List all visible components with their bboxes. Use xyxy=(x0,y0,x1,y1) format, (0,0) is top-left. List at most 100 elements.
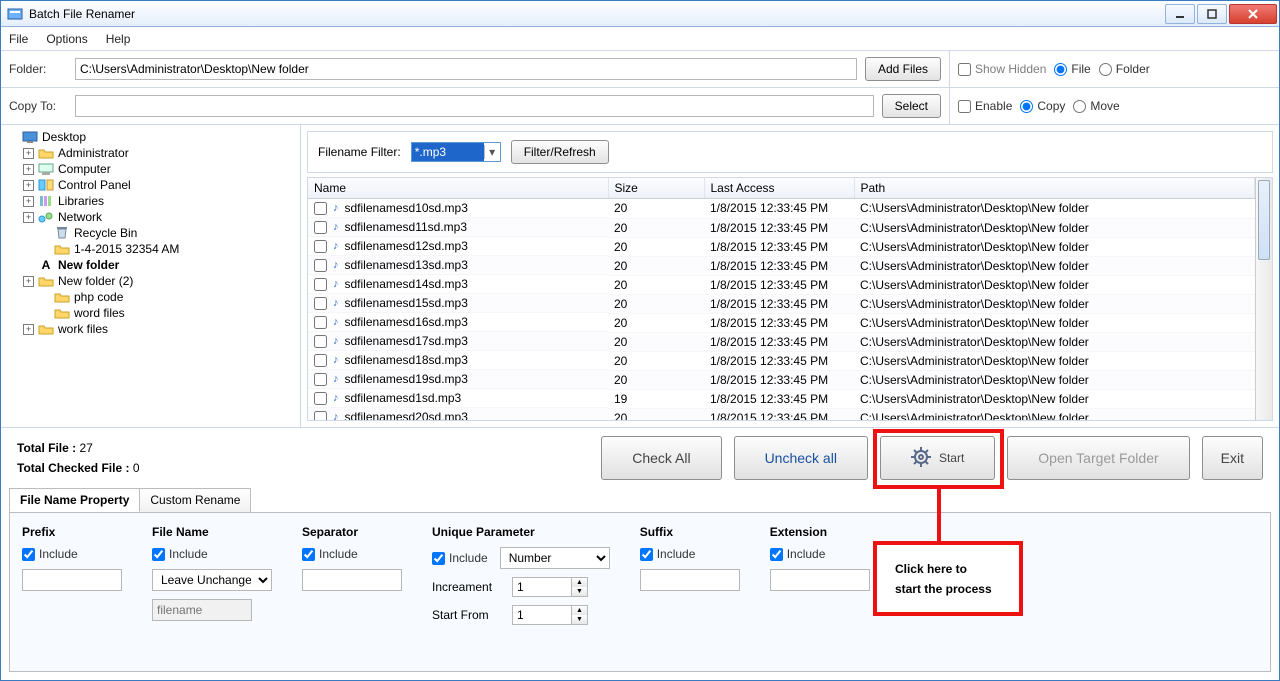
vertical-scrollbar[interactable] xyxy=(1255,178,1272,420)
chevron-up-icon[interactable]: ▲ xyxy=(572,578,587,587)
separator-input[interactable] xyxy=(302,569,402,591)
tree-item[interactable]: +Computer xyxy=(7,161,294,177)
table-row[interactable]: ♪sdfilenamesd19sd.mp3201/8/2015 12:33:45… xyxy=(308,370,1255,389)
tree-toggle[interactable]: + xyxy=(23,180,34,191)
table-row[interactable]: ♪sdfilenamesd12sd.mp3201/8/2015 12:33:45… xyxy=(308,237,1255,256)
increment-stepper[interactable]: ▲▼ xyxy=(512,577,588,597)
extension-include-checkbox[interactable]: Include xyxy=(770,547,870,561)
col-size[interactable]: Size xyxy=(608,178,704,199)
table-row[interactable]: ♪sdfilenamesd17sd.mp3201/8/2015 12:33:45… xyxy=(308,332,1255,351)
filter-combo[interactable]: *.mp3 ▾ xyxy=(411,142,501,162)
row-checkbox[interactable] xyxy=(314,316,327,329)
row-checkbox[interactable] xyxy=(314,392,327,405)
suffix-input[interactable] xyxy=(640,569,740,591)
tree-toggle[interactable]: + xyxy=(23,148,34,159)
chevron-up-icon[interactable]: ▲ xyxy=(572,606,587,615)
check-all-button[interactable]: Check All xyxy=(601,436,721,480)
tree-item[interactable]: +Control Panel xyxy=(7,177,294,193)
filename-mode-select[interactable]: Leave Unchange xyxy=(152,569,272,591)
row-checkbox[interactable] xyxy=(314,297,327,310)
tree-item[interactable]: Desktop xyxy=(7,129,294,145)
unique-type-select[interactable]: Number xyxy=(500,547,610,569)
close-button[interactable] xyxy=(1229,4,1277,24)
file-path: C:\Users\Administrator\Desktop\New folde… xyxy=(854,294,1255,313)
prefix-include-checkbox[interactable]: Include xyxy=(22,547,122,561)
row-checkbox[interactable] xyxy=(314,373,327,386)
enable-checkbox[interactable]: Enable xyxy=(958,99,1012,113)
tree-item[interactable]: php code xyxy=(7,289,294,305)
tree-toggle[interactable]: + xyxy=(23,324,34,335)
separator-include-checkbox[interactable]: Include xyxy=(302,547,402,561)
tree-item[interactable]: 1-4-2015 32354 AM xyxy=(7,241,294,257)
filter-refresh-button[interactable]: Filter/Refresh xyxy=(511,140,609,164)
table-row[interactable]: ♪sdfilenamesd11sd.mp3201/8/2015 12:33:45… xyxy=(308,218,1255,237)
menu-help[interactable]: Help xyxy=(106,32,131,46)
tree-item[interactable]: +Administrator xyxy=(7,145,294,161)
tree-item[interactable]: word files xyxy=(7,305,294,321)
row-checkbox[interactable] xyxy=(314,259,327,272)
menu-file[interactable]: File xyxy=(9,32,28,46)
folder-path-input[interactable] xyxy=(75,58,857,80)
table-row[interactable]: ♪sdfilenamesd10sd.mp3201/8/2015 12:33:45… xyxy=(308,199,1255,219)
maximize-button[interactable] xyxy=(1197,4,1227,24)
col-path[interactable]: Path xyxy=(854,178,1255,199)
table-row[interactable]: ♪sdfilenamesd20sd.mp3201/8/2015 12:33:45… xyxy=(308,408,1255,420)
copy-radio[interactable]: Copy xyxy=(1020,99,1065,113)
filename-placeholder-input[interactable] xyxy=(152,599,252,621)
show-hidden-checkbox[interactable]: Show Hidden xyxy=(958,62,1046,76)
table-row[interactable]: ♪sdfilenamesd13sd.mp3201/8/2015 12:33:45… xyxy=(308,256,1255,275)
folder-tree[interactable]: Desktop+Administrator+Computer+Control P… xyxy=(1,125,301,427)
filename-include-checkbox[interactable]: Include xyxy=(152,547,272,561)
prefix-input[interactable] xyxy=(22,569,122,591)
table-row[interactable]: ♪sdfilenamesd18sd.mp3201/8/2015 12:33:45… xyxy=(308,351,1255,370)
row-checkbox[interactable] xyxy=(314,240,327,253)
file-last-access: 1/8/2015 12:33:45 PM xyxy=(704,408,854,420)
table-row[interactable]: ♪sdfilenamesd14sd.mp3201/8/2015 12:33:45… xyxy=(308,275,1255,294)
row-checkbox[interactable] xyxy=(314,335,327,348)
table-row[interactable]: ♪sdfilenamesd1sd.mp3191/8/2015 12:33:45 … xyxy=(308,389,1255,408)
add-files-button[interactable]: Add Files xyxy=(865,57,941,81)
chevron-down-icon[interactable]: ▼ xyxy=(572,615,587,624)
open-target-folder-button[interactable]: Open Target Folder xyxy=(1007,436,1189,480)
tree-item[interactable]: +New folder (2) xyxy=(7,273,294,289)
suffix-include-checkbox[interactable]: Include xyxy=(640,547,740,561)
gear-icon xyxy=(911,447,931,470)
type-file-radio[interactable]: File xyxy=(1054,62,1090,76)
tab-custom-rename[interactable]: Custom Rename xyxy=(139,488,251,512)
scrollbar-thumb[interactable] xyxy=(1258,180,1270,260)
tree-toggle[interactable]: + xyxy=(23,196,34,207)
col-name[interactable]: Name xyxy=(308,178,608,199)
start-from-stepper[interactable]: ▲▼ xyxy=(512,605,588,625)
row-checkbox[interactable] xyxy=(314,221,327,234)
chevron-down-icon[interactable]: ▼ xyxy=(572,587,587,596)
unique-include-checkbox[interactable]: Include xyxy=(432,551,488,565)
tree-item[interactable]: ANew folder xyxy=(7,257,294,273)
desktop-icon xyxy=(22,130,38,144)
tree-item[interactable]: Recycle Bin xyxy=(7,225,294,241)
select-button[interactable]: Select xyxy=(882,94,941,118)
uncheck-all-button[interactable]: Uncheck all xyxy=(734,436,868,480)
file-last-access: 1/8/2015 12:33:45 PM xyxy=(704,275,854,294)
move-radio[interactable]: Move xyxy=(1073,99,1119,113)
table-row[interactable]: ♪sdfilenamesd15sd.mp3201/8/2015 12:33:45… xyxy=(308,294,1255,313)
col-last-access[interactable]: Last Access xyxy=(704,178,854,199)
row-checkbox[interactable] xyxy=(314,278,327,291)
tree-toggle[interactable]: + xyxy=(23,212,34,223)
tree-item[interactable]: +work files xyxy=(7,321,294,337)
start-button[interactable]: Start xyxy=(880,436,995,480)
copyto-path-input[interactable] xyxy=(75,95,874,117)
tree-toggle[interactable]: + xyxy=(23,276,34,287)
menu-options[interactable]: Options xyxy=(46,32,87,46)
tree-item[interactable]: +Network xyxy=(7,209,294,225)
tree-item[interactable]: +Libraries xyxy=(7,193,294,209)
tree-toggle[interactable]: + xyxy=(23,164,34,175)
table-row[interactable]: ♪sdfilenamesd16sd.mp3201/8/2015 12:33:45… xyxy=(308,313,1255,332)
tab-file-name-property[interactable]: File Name Property xyxy=(9,488,140,512)
extension-input[interactable] xyxy=(770,569,870,591)
minimize-button[interactable] xyxy=(1165,4,1195,24)
row-checkbox[interactable] xyxy=(314,202,327,215)
exit-button[interactable]: Exit xyxy=(1202,436,1263,480)
row-checkbox[interactable] xyxy=(314,411,327,421)
row-checkbox[interactable] xyxy=(314,354,327,367)
type-folder-radio[interactable]: Folder xyxy=(1099,62,1150,76)
